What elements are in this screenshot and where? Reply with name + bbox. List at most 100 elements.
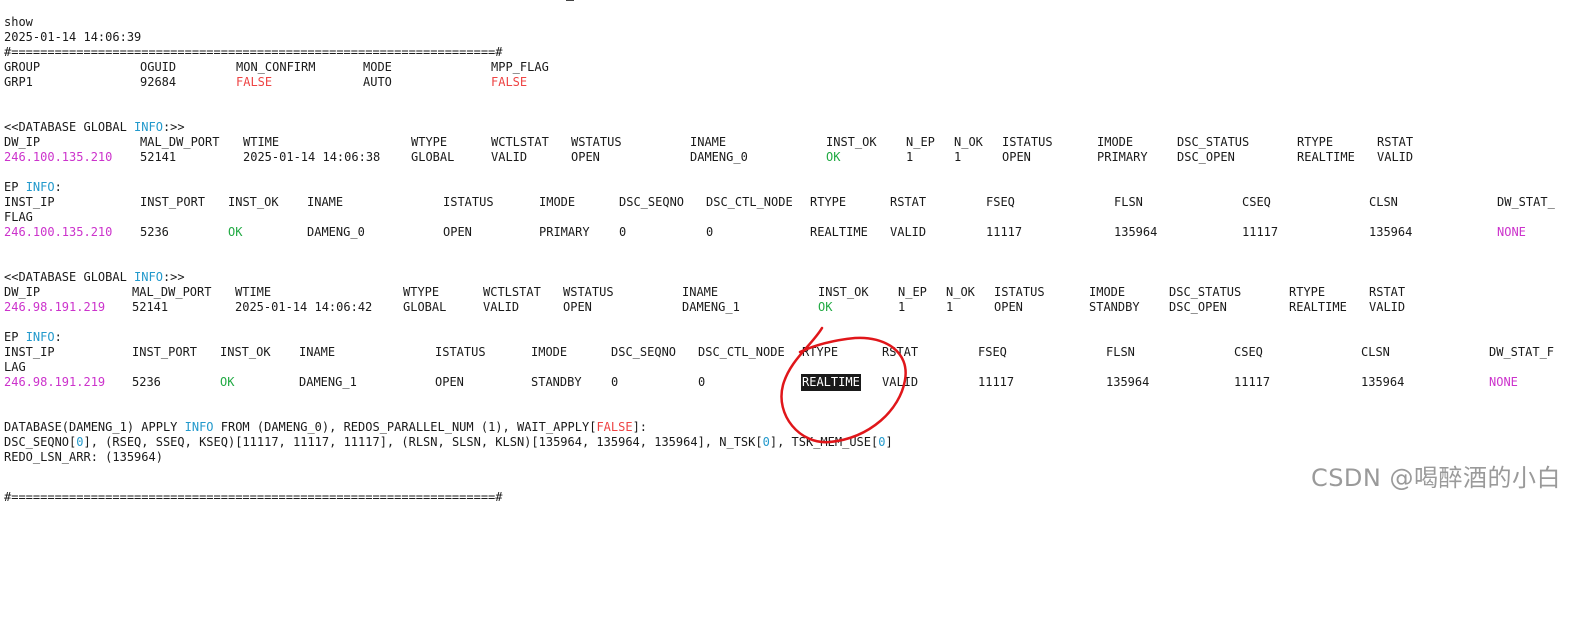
group-header-row: GROUP OGUID MON_CONFIRM MODE MPP_FLAG: [4, 60, 704, 75]
wstatus-value: OPEN: [571, 150, 600, 164]
fseq-value: 11117: [978, 375, 1015, 389]
mal-dw-port-value: 52141: [140, 150, 177, 164]
hdr-clsn: CLSN: [1369, 195, 1398, 209]
istatus-value: OPEN: [994, 300, 1023, 314]
dsc-seqno-value: 0: [611, 375, 619, 389]
istatus-value: OPEN: [1002, 150, 1031, 164]
hdr-n-ok: N_OK: [946, 285, 975, 299]
hdr-clsn: CLSN: [1361, 345, 1390, 359]
hdr-inst-ok: INST_OK: [220, 345, 271, 359]
db-value-row-1: 246.100.135.210 52141 2025-01-14 14:06:3…: [4, 150, 1571, 165]
db-header-row-1: DW_IP MAL_DW_PORT WTIME WTYPE WCTLSTAT W…: [4, 135, 1571, 150]
hdr-rstat: RSTAT: [882, 345, 919, 359]
hdr-cseq: CSEQ: [1234, 345, 1263, 359]
hdr-wtype: WTYPE: [411, 135, 448, 149]
hdr-inst-ip: INST_IP: [4, 345, 55, 359]
hdr-rstat: RSTAT: [1369, 285, 1406, 299]
command-line: show: [4, 15, 33, 29]
db-header-row-2: DW_IP MAL_DW_PORT WTIME WTYPE WCTLSTAT W…: [4, 285, 1571, 300]
hdr-wstatus: WSTATUS: [563, 285, 614, 299]
ep-value-row-2: 246.98.191.219 5236 OK DAMENG_1 OPEN STA…: [4, 374, 1571, 391]
hdr-iname: INAME: [690, 135, 727, 149]
iname-value: DAMENG_1: [299, 375, 357, 389]
hdr-imode: IMODE: [1089, 285, 1126, 299]
hdr-dsc-ctl-node: DSC_CTL_NODE: [706, 195, 793, 209]
hdr-n-ep: N_EP: [898, 285, 927, 299]
col-mode: MODE: [363, 60, 392, 74]
hdr-wctlstat: WCTLSTAT: [483, 285, 541, 299]
wtype-value: GLOBAL: [403, 300, 447, 314]
inst-ip-value: 246.100.135.210: [4, 225, 113, 239]
hdr-inst-ok: INST_OK: [826, 135, 877, 149]
rtype-value: REALTIME: [810, 225, 868, 239]
n-ok-value: 1: [954, 150, 962, 164]
mode-value: AUTO: [363, 75, 392, 89]
hdr-iname: INAME: [299, 345, 336, 359]
iname-value: DAMENG_1: [682, 300, 740, 314]
istatus-value: OPEN: [435, 375, 464, 389]
hdr-istatus: ISTATUS: [443, 195, 494, 209]
flsn-value: 135964: [1114, 225, 1158, 239]
dw-stat-flag-value: NONE: [1489, 375, 1518, 389]
dsc-status-value: DSC_OPEN: [1169, 300, 1227, 314]
hdr-inst-port: INST_PORT: [132, 345, 198, 359]
flsn-value: 135964: [1106, 375, 1150, 389]
csdn-watermark: CSDN @喝醉酒的小白: [1310, 464, 1561, 492]
hdr-dw-stat-flag: DW_STAT_F: [1489, 345, 1555, 359]
imode-value: STANDBY: [531, 375, 582, 389]
ep-header-wrap-2: LAG: [4, 360, 26, 374]
dsc-ctl-node-value: 0: [698, 375, 706, 389]
clsn-value: 135964: [1361, 375, 1405, 389]
hdr-rstat: RSTAT: [890, 195, 927, 209]
hdr-dsc-status: DSC_STATUS: [1177, 135, 1250, 149]
oguid-value: 92684: [140, 75, 177, 89]
mon-confirm-value: FALSE: [236, 75, 273, 89]
fseq-value: 11117: [986, 225, 1023, 239]
inst-port-value: 5236: [132, 375, 161, 389]
hdr-inst-ok: INST_OK: [228, 195, 279, 209]
cseq-value: 11117: [1242, 225, 1279, 239]
terminal-output[interactable]: show 2025-01-14 14:06:39 #==============…: [4, 0, 1571, 504]
hdr-fseq: FSEQ: [978, 345, 1007, 359]
hdr-imode: IMODE: [539, 195, 576, 209]
col-group: GROUP: [4, 60, 41, 74]
inst-port-value: 5236: [140, 225, 169, 239]
dsc-status-value: DSC_OPEN: [1177, 150, 1235, 164]
imode-value: PRIMARY: [1097, 150, 1148, 164]
n-ok-value: 1: [946, 300, 954, 314]
hdr-rtype: RTYPE: [1289, 285, 1326, 299]
col-mon-confirm: MON_CONFIRM: [236, 60, 316, 74]
group-name: GRP1: [4, 75, 33, 89]
apply-seq-line: DSC_SEQNO[0], (RSEQ, SSEQ, KSEQ)[11117, …: [4, 435, 893, 449]
istatus-value: OPEN: [443, 225, 472, 239]
hdr-mal-dw-port: MAL_DW_PORT: [140, 135, 220, 149]
hdr-wtime: WTIME: [235, 285, 272, 299]
n-ep-value: 1: [906, 150, 914, 164]
hdr-inst-port: INST_PORT: [140, 195, 206, 209]
hdr-inst-ok: INST_OK: [818, 285, 869, 299]
hdr-mal-dw-port: MAL_DW_PORT: [132, 285, 212, 299]
ep-value-row-1: 246.100.135.210 5236 OK DAMENG_0 OPEN PR…: [4, 225, 1571, 240]
imode-value: STANDBY: [1089, 300, 1140, 314]
hdr-wctlstat: WCTLSTAT: [491, 135, 549, 149]
ep-info-title-2: EP INFO:: [4, 330, 62, 344]
iname-value: DAMENG_0: [690, 150, 748, 164]
hdr-wtype: WTYPE: [403, 285, 440, 299]
db-value-row-2: 246.98.191.219 52141 2025-01-14 14:06:42…: [4, 300, 1571, 315]
hdr-dsc-ctl-node: DSC_CTL_NODE: [698, 345, 785, 359]
hdr-rtype: RTYPE: [802, 345, 839, 359]
dw-ip-value: 246.100.135.210: [4, 150, 113, 164]
hdr-dw-stat-flag: DW_STAT_: [1497, 195, 1555, 209]
hdr-dsc-seqno: DSC_SEQNO: [611, 345, 677, 359]
n-ep-value: 1: [898, 300, 906, 314]
separator-top: #=======================================…: [4, 45, 503, 59]
imode-value: PRIMARY: [539, 225, 590, 239]
hdr-flsn: FLSN: [1114, 195, 1143, 209]
inst-ok-value: OK: [826, 150, 841, 164]
timestamp-line: 2025-01-14 14:06:39: [4, 30, 142, 44]
rstat-value: VALID: [1369, 300, 1406, 314]
hdr-dsc-seqno: DSC_SEQNO: [619, 195, 685, 209]
hdr-istatus: ISTATUS: [994, 285, 1045, 299]
rstat-value: VALID: [1377, 150, 1414, 164]
rtype-value-selected[interactable]: REALTIME: [801, 374, 861, 391]
